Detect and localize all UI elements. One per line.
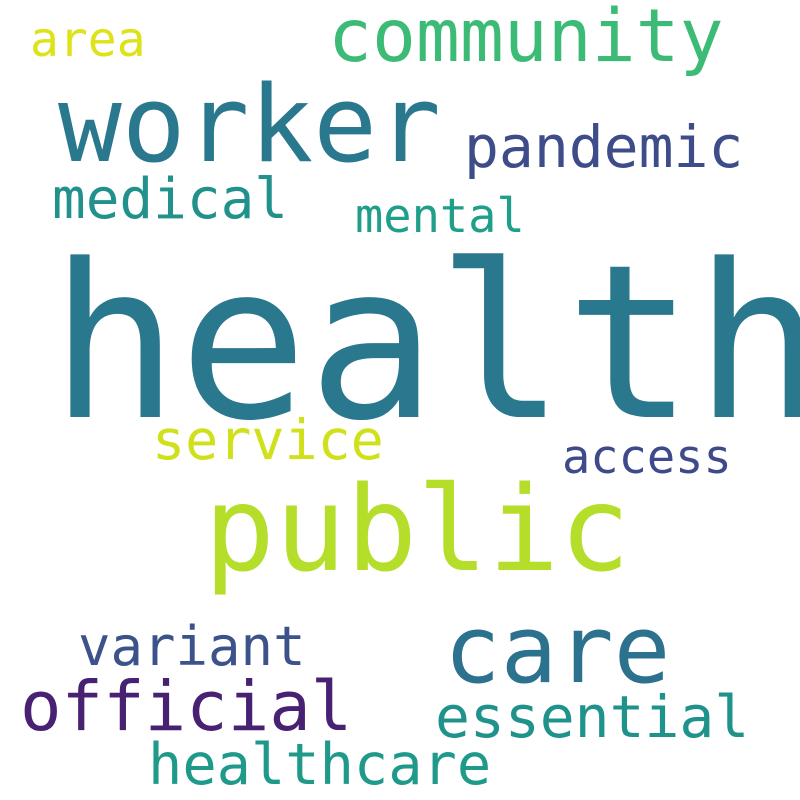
word-public: public <box>204 460 631 598</box>
word-service: service <box>152 408 384 472</box>
word-healthcare: healthcare <box>148 732 492 798</box>
word-area: area <box>30 12 146 68</box>
word-worker: worker <box>58 63 441 186</box>
word-medical: medical <box>52 167 289 232</box>
word-mental: mental <box>355 189 525 244</box>
word-community: community <box>328 0 724 79</box>
word-cloud: health public worker care community offi… <box>0 0 800 800</box>
word-variant: variant <box>78 615 306 678</box>
word-access: access <box>562 430 732 485</box>
word-pandemic: pandemic <box>464 113 744 181</box>
